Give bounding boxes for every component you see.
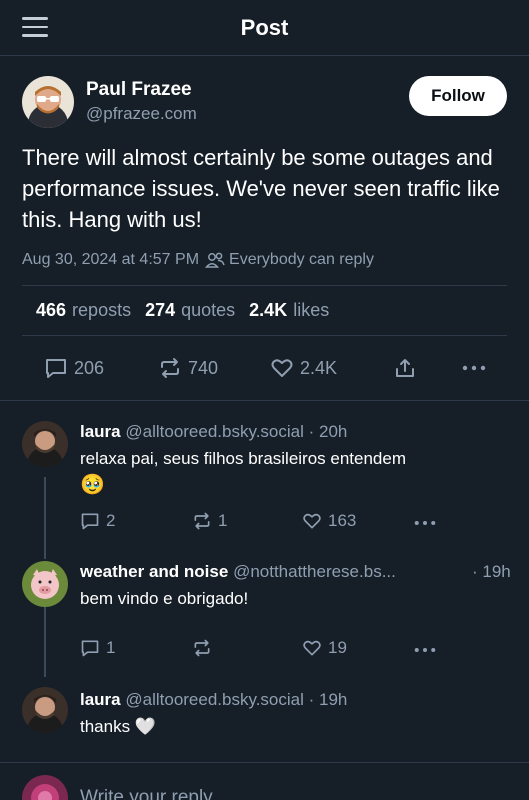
heart-icon — [270, 357, 294, 379]
reply-time: · 19h — [308, 690, 348, 709]
post-text: There will almost certainly be some outa… — [22, 145, 500, 232]
post-actions: 206 740 2.4K — [22, 336, 507, 400]
reply-author-handle[interactable]: @alltooreed.bsky.social — [125, 690, 304, 709]
reply-count: 2 — [106, 511, 116, 530]
reposts-count[interactable]: 466 — [36, 300, 66, 321]
reply-text: bem vindo e obrigado! — [80, 589, 249, 608]
more-options-button[interactable] — [414, 520, 436, 526]
thread-line — [44, 477, 46, 559]
reply-actions: 1 19 — [80, 638, 460, 662]
reply-button[interactable]: 206 — [44, 357, 104, 379]
likes-count[interactable]: 2.4K — [249, 300, 287, 321]
compose-reply-bar[interactable]: Write your reply — [0, 762, 529, 800]
repost-button[interactable] — [192, 638, 212, 658]
quotes-count[interactable]: 274 — [145, 300, 175, 321]
post-author: Paul Frazee @pfrazee.com Follow — [22, 74, 507, 130]
my-avatar — [22, 775, 68, 800]
repost-icon — [194, 512, 210, 530]
reply-author-name[interactable]: weather and noise — [80, 562, 228, 581]
reposts-label[interactable]: reposts — [72, 300, 131, 321]
like-button[interactable]: 19 — [302, 638, 347, 658]
author-name[interactable]: Paul Frazee — [86, 78, 197, 102]
share-button[interactable] — [394, 357, 416, 379]
reply-count: 1 — [106, 638, 116, 657]
reply-text: thanks 🤍 — [80, 717, 156, 736]
thread-line — [44, 607, 46, 677]
repost-icon — [194, 639, 210, 657]
reply-icon — [81, 513, 99, 530]
repost-count: 740 — [188, 357, 219, 378]
post-meta: Aug 30, 2024 at 4:57 PM Everybody can re… — [22, 251, 507, 286]
likes-label[interactable]: likes — [293, 300, 329, 321]
author-handle[interactable]: @pfrazee.com — [86, 102, 197, 126]
follow-button[interactable]: Follow — [409, 76, 507, 116]
reply-avatar[interactable] — [22, 687, 68, 733]
reply-author-name[interactable]: laura — [80, 422, 121, 441]
reply-text: relaxa pai, seus filhos brasileiros ente… — [80, 449, 407, 468]
top-bar: Post — [0, 0, 529, 56]
share-icon — [394, 357, 416, 379]
like-count: 2.4K — [300, 357, 338, 378]
like-button[interactable]: 163 — [302, 511, 356, 531]
reply-author-name[interactable]: laura — [80, 690, 121, 709]
heart-icon — [303, 640, 321, 656]
like-count: 19 — [328, 638, 347, 657]
hamburger-menu-icon[interactable] — [22, 17, 48, 39]
repost-button[interactable]: 1 — [192, 511, 227, 531]
heart-icon — [303, 513, 321, 529]
like-count: 163 — [328, 511, 357, 530]
more-icon — [462, 365, 486, 371]
reply-count: 206 — [74, 357, 105, 378]
post-stats: 466 reposts 274 quotes 2.4K likes — [22, 286, 507, 336]
page-title: Post — [240, 14, 289, 40]
repost-button[interactable]: 740 — [158, 357, 218, 379]
reply-avatar[interactable] — [22, 421, 68, 467]
compose-placeholder[interactable]: Write your reply — [80, 787, 213, 800]
reply-icon — [44, 357, 68, 379]
reply-author-handle[interactable]: @notthattherese.bs... — [233, 562, 396, 581]
more-options-button[interactable] — [462, 365, 486, 371]
reply-time: · 19h — [472, 562, 511, 581]
reply-emoji: 🥹 — [80, 474, 105, 496]
repost-icon — [158, 357, 182, 379]
repost-count: 1 — [218, 511, 228, 530]
reply-button[interactable]: 1 — [80, 638, 115, 658]
reply-button[interactable]: 2 — [80, 511, 115, 531]
more-options-button[interactable] — [414, 647, 436, 653]
author-avatar[interactable] — [22, 76, 74, 128]
like-button[interactable]: 2.4K — [270, 357, 337, 379]
more-icon — [414, 520, 436, 526]
post-timestamp: Aug 30, 2024 at 4:57 PM — [22, 251, 200, 268]
reply-actions: 2 1 163 — [80, 511, 460, 535]
reply-avatar[interactable] — [22, 561, 68, 607]
reply-time: · 20h — [308, 422, 348, 441]
quotes-label[interactable]: quotes — [181, 300, 235, 321]
reply-author-handle[interactable]: @alltooreed.bsky.social — [125, 422, 304, 441]
main-post: Paul Frazee @pfrazee.com Follow There wi… — [0, 56, 529, 401]
more-icon — [414, 647, 436, 653]
reply-icon — [81, 640, 99, 657]
reply-setting[interactable]: Everybody can reply — [229, 251, 374, 269]
people-icon — [205, 251, 225, 269]
